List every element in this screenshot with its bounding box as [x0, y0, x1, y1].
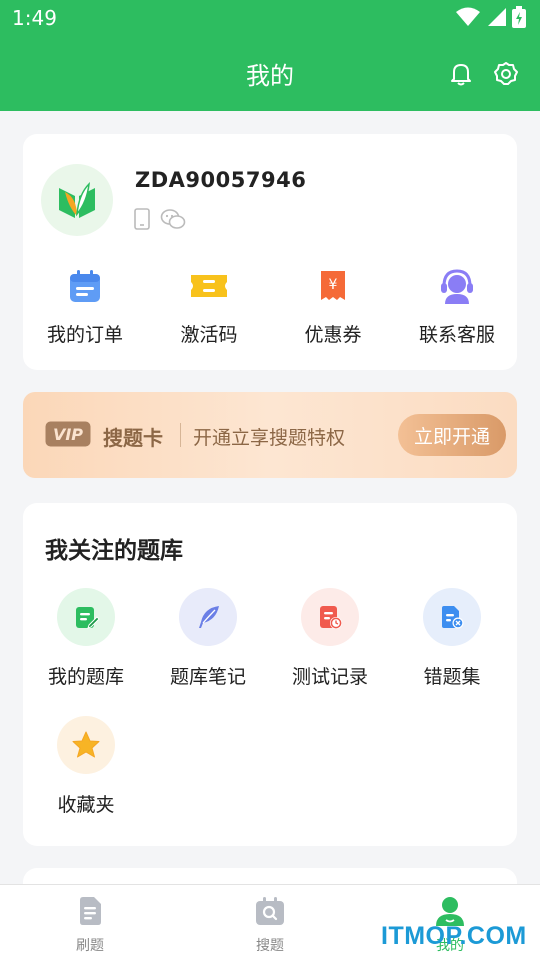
vip-divider	[180, 423, 181, 447]
calendar-icon	[70, 270, 100, 302]
grid-item-label: 我的题库	[47, 666, 124, 688]
tab-label: 搜题	[256, 938, 284, 954]
grid-item-label: 题库笔记	[169, 666, 246, 688]
followed-question-bank-card: 我关注的题库 我的题库 题库笔记 测试记录 错题集 收藏夹	[23, 503, 517, 846]
gear-icon[interactable]	[492, 60, 520, 88]
vip-banner[interactable]: VIP 搜题卡 开通立享搜题特权 立即开通	[23, 392, 517, 478]
edit-note-icon	[76, 607, 100, 629]
search-icon	[256, 897, 284, 925]
activate-now-button[interactable]: 立即开通	[398, 414, 506, 456]
feather-icon	[199, 606, 219, 628]
bind-icons	[134, 208, 186, 230]
contact-support-button[interactable]: 联系客服	[395, 266, 519, 347]
question-bank-notes-button[interactable]: 题库笔记	[148, 588, 268, 689]
quick-action-label: 我的订单	[46, 324, 123, 346]
vip-subtitle: 开通立享搜题特权	[193, 427, 346, 449]
quick-action-label: 优惠券	[304, 324, 362, 346]
phone-icon[interactable]	[134, 208, 150, 230]
quick-action-label: 激活码	[180, 324, 238, 346]
wechat-icon[interactable]	[160, 208, 186, 230]
icon-circle	[57, 716, 115, 774]
grid-item-label: 收藏夹	[57, 794, 115, 816]
test-records-button[interactable]: 测试记录	[270, 588, 390, 689]
coupons-button[interactable]: ¥ 优惠券	[271, 266, 395, 347]
status-bar: 1:49	[0, 0, 540, 36]
vip-title: 搜题卡	[103, 426, 163, 450]
svg-text:VIP: VIP	[53, 425, 83, 444]
ticket-icon	[191, 275, 227, 297]
tab-practice[interactable]: 刷题	[30, 895, 150, 955]
avatar[interactable]	[41, 164, 113, 236]
quick-actions: 我的订单 激活码 ¥ 优惠券 联系客服	[23, 266, 517, 346]
star-icon	[72, 731, 100, 758]
quick-action-label: 联系客服	[418, 324, 495, 346]
watermark: ITMOP.COM	[381, 922, 527, 950]
headset-icon	[441, 269, 473, 304]
favorites-button[interactable]: 收藏夹	[26, 716, 146, 817]
icon-circle	[301, 588, 359, 646]
test-record-icon	[320, 606, 342, 629]
tab-search[interactable]: 搜题	[210, 895, 330, 955]
my-question-bank-button[interactable]: 我的题库	[26, 588, 146, 689]
document-icon	[80, 897, 101, 925]
status-time: 1:49	[12, 6, 57, 30]
profile-card: ZDA90057946 我的订单 激活码 ¥ 优惠券 联系客服	[23, 134, 517, 370]
icon-circle	[179, 588, 237, 646]
my-orders-button[interactable]: 我的订单	[23, 266, 147, 347]
wrong-questions-button[interactable]: 错题集	[392, 588, 512, 689]
app-logo-icon	[59, 181, 95, 218]
tab-label: 刷题	[76, 938, 104, 954]
wrong-doc-icon	[442, 606, 464, 629]
icon-circle	[423, 588, 481, 646]
username: ZDA90057946	[135, 168, 307, 192]
signal-icon	[488, 8, 506, 26]
coupon-yen-icon: ¥	[321, 271, 345, 300]
activation-code-button[interactable]: 激活码	[147, 266, 271, 347]
header-bar: 1:49 我的	[0, 0, 540, 111]
status-icons	[456, 6, 526, 28]
svg-text:¥: ¥	[329, 277, 338, 293]
icon-circle	[57, 588, 115, 646]
grid-item-label: 错题集	[423, 666, 481, 688]
vip-badge-icon: VIP	[45, 421, 91, 447]
grid-item-label: 测试记录	[291, 666, 368, 688]
battery-icon	[512, 6, 526, 28]
wifi-icon	[456, 7, 480, 26]
section-title: 我关注的题库	[45, 538, 183, 564]
bell-icon[interactable]	[447, 60, 475, 88]
